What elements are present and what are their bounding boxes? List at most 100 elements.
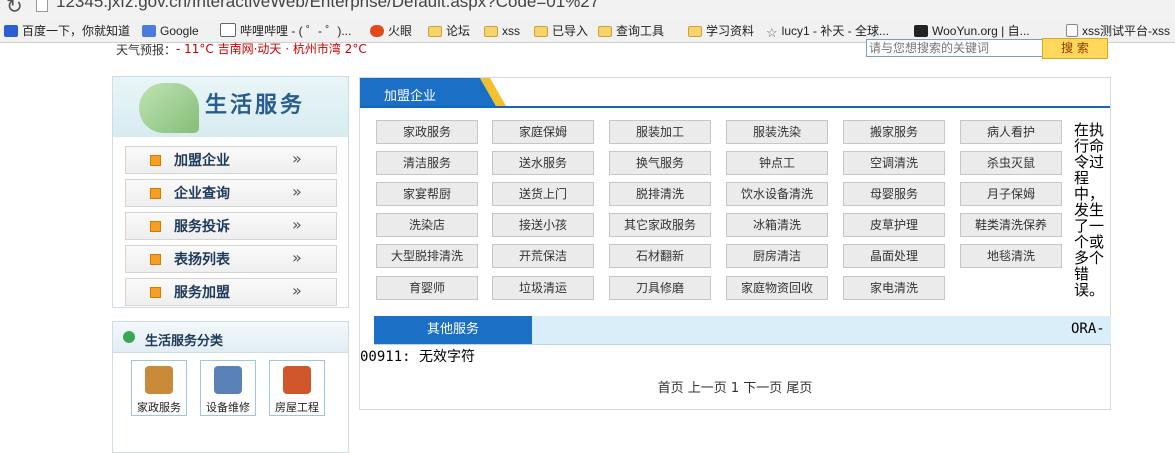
service-button[interactable]: 其它家政服务	[609, 213, 711, 237]
tools-icon	[214, 366, 242, 394]
bookmark-item[interactable]: 论坛	[428, 23, 470, 39]
service-button[interactable]: 垃圾清运	[492, 276, 594, 300]
service-button[interactable]: 家政服务	[376, 120, 478, 144]
search-button[interactable]: 搜 索	[1042, 38, 1108, 59]
service-button[interactable]: 送水服务	[492, 151, 594, 175]
service-button[interactable]: 接送小孩	[492, 213, 594, 237]
main-tabbar: 加盟企业	[360, 78, 1110, 108]
bookmark-label: 查询工具	[616, 24, 665, 38]
bullet-icon	[150, 254, 161, 265]
service-button[interactable]: 空调清洗	[843, 151, 945, 175]
category-label: 房屋工程	[275, 401, 319, 414]
sidebar-item-label: 企业查询	[174, 186, 230, 202]
chevron-right-icon: »	[292, 149, 302, 168]
service-button[interactable]: 家庭物资回收	[726, 276, 828, 300]
sidebar: 生活服务 加盟企业 » 企业查询 » 服务投诉 » 表扬列表 » 服务加盟 »	[112, 76, 349, 308]
service-button[interactable]: 杀虫灭鼠	[960, 151, 1062, 175]
bullet-icon	[150, 188, 161, 199]
sidebar-item-label: 服务加盟	[174, 285, 230, 301]
service-button[interactable]: 冰箱清洗	[726, 213, 828, 237]
bookmark-item[interactable]: xss测试平台-xss	[1066, 23, 1170, 39]
browser-address-bar[interactable]: ↻ 12345.jxfz.gov.cn/InteractiveWeb/Enter…	[0, 0, 1175, 20]
housekeeper-icon	[145, 366, 173, 394]
sidebar-item-enterprise-search[interactable]: 企业查询 »	[125, 179, 337, 207]
service-button[interactable]: 大型脱排清洗	[376, 244, 478, 268]
bookmark-label: 哔哩哔哩 - ( ゜- ゜)...	[240, 24, 352, 38]
bookmark-item[interactable]: 火眼	[370, 23, 412, 39]
service-button[interactable]: 服装洗染	[726, 120, 828, 144]
folder-icon	[688, 26, 702, 37]
other-services-bar: 其他服务	[374, 316, 1111, 345]
bookmark-label: 论坛	[446, 24, 471, 38]
fire-icon	[370, 25, 384, 37]
service-button[interactable]: 搬家服务	[843, 120, 945, 144]
weather-label: 天气预报：	[116, 43, 177, 57]
page-icon	[36, 0, 48, 12]
service-button[interactable]: 病人看护	[960, 120, 1062, 144]
bookmark-item[interactable]: 学习资料	[688, 23, 754, 39]
tab-other-services[interactable]: 其他服务	[374, 316, 532, 344]
star-icon: ☆	[766, 25, 778, 40]
bookmark-item[interactable]: 查询工具	[598, 23, 664, 39]
service-button[interactable]: 刀具修磨	[609, 276, 711, 300]
service-button[interactable]: 家庭保姆	[492, 120, 594, 144]
bookmark-label: Google	[160, 24, 199, 38]
service-button[interactable]: 钟点工	[726, 151, 828, 175]
sidebar-item-praise-list[interactable]: 表扬列表 »	[125, 245, 337, 273]
bookmark-item[interactable]: 已导入	[534, 23, 588, 39]
service-button[interactable]: 晶面处理	[843, 244, 945, 268]
bookmark-item[interactable]: 哔哩哔哩 - ( ゜- ゜)...	[220, 23, 351, 39]
bookmark-label: 已导入	[552, 24, 589, 38]
bookmark-item[interactable]: WooYun.org | 自...	[914, 23, 1030, 39]
service-button[interactable]: 育婴师	[376, 276, 478, 300]
weather-info: - 11°C 吉南网·动天 · 杭州市湾 2°C	[176, 42, 367, 56]
bookmark-label: 百度一下，你就知道	[22, 24, 131, 38]
service-button[interactable]: 皮草护理	[843, 213, 945, 237]
bullet-icon	[150, 287, 161, 298]
service-button[interactable]: 厨房清洁	[726, 244, 828, 268]
service-button[interactable]: 石材翻新	[609, 244, 711, 268]
pagination[interactable]: 首页 上一页 1 下一页 尾页	[360, 377, 1110, 396]
service-button[interactable]: 母婴服务	[843, 182, 945, 206]
bookmark-item[interactable]: ☆ lucy1 - 补天 - 全球...	[766, 23, 889, 40]
bullet-icon	[150, 221, 161, 232]
service-button[interactable]: 饮水设备清洗	[726, 182, 828, 206]
service-button[interactable]: 月子保姆	[960, 182, 1062, 206]
bullet-icon	[150, 155, 161, 166]
header-strip: 天气预报： - 11°C 吉南网·动天 · 杭州市湾 2°C 搜 索	[112, 38, 1110, 60]
error-message: 在执行命令过程中，发生了一个或多个错误。	[1074, 121, 1105, 299]
error-code: ORA-	[1071, 321, 1105, 337]
service-button[interactable]: 清洁服务	[376, 151, 478, 175]
refresh-circle-icon	[123, 331, 135, 343]
sidebar-item-label: 表扬列表	[174, 252, 230, 268]
service-button[interactable]: 地毯清洗	[960, 244, 1062, 268]
sidebar-item-service-join[interactable]: 服务加盟 »	[125, 278, 337, 306]
service-button[interactable]: 家宴帮厨	[376, 182, 478, 206]
bookmark-label: WooYun.org | 自...	[932, 24, 1030, 38]
category-label: 家政服务	[137, 401, 181, 414]
category-tile[interactable]: 房屋工程	[269, 360, 325, 416]
leaf-logo-icon	[139, 83, 199, 133]
refresh-icon[interactable]: ↻	[6, 0, 23, 18]
service-button[interactable]: 送货上门	[492, 182, 594, 206]
sidebar-item-service-complaints[interactable]: 服务投诉 »	[125, 212, 337, 240]
url-text[interactable]: 12345.jxfz.gov.cn/InteractiveWeb/Enterpr…	[56, 0, 599, 12]
service-button[interactable]: 脱排清洗	[609, 182, 711, 206]
bookmark-item[interactable]: 百度一下，你就知道	[4, 23, 130, 39]
category-tile[interactable]: 家政服务	[131, 360, 187, 416]
service-button[interactable]: 家电清洗	[843, 276, 945, 300]
category-tile[interactable]: 设备维修	[200, 360, 256, 416]
tab-label[interactable]: 加盟企业	[384, 85, 436, 104]
search-input[interactable]	[866, 39, 1044, 57]
chevron-right-icon: »	[292, 182, 302, 201]
bookmark-item[interactable]: Google	[142, 23, 199, 39]
sidebar-item-member-enterprises[interactable]: 加盟企业 »	[125, 146, 337, 174]
service-button[interactable]: 换气服务	[609, 151, 711, 175]
service-button[interactable]: 服装加工	[609, 120, 711, 144]
chevron-right-icon: »	[292, 281, 302, 300]
chevron-right-icon: »	[292, 215, 302, 234]
service-button[interactable]: 鞋类清洗保养	[960, 213, 1062, 237]
service-button[interactable]: 开荒保洁	[492, 244, 594, 268]
bookmark-item[interactable]: xss	[484, 23, 520, 39]
service-button[interactable]: 洗染店	[376, 213, 478, 237]
